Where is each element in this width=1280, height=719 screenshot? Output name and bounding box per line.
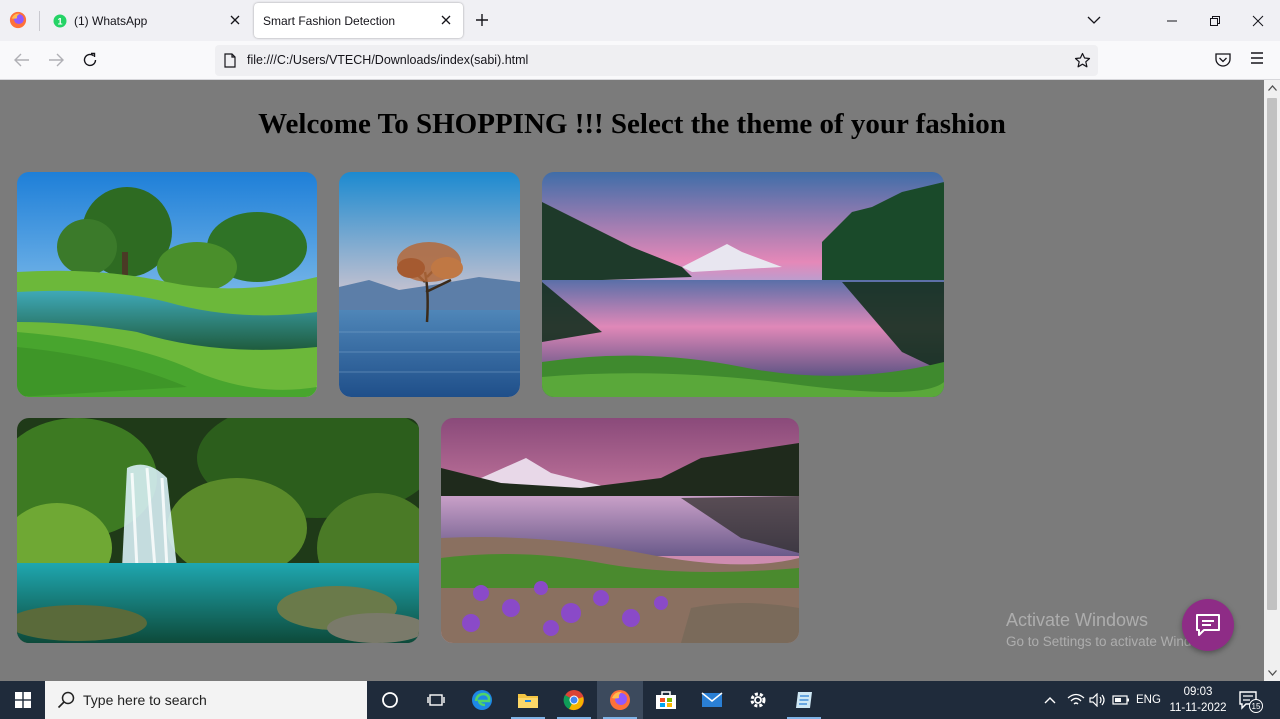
show-hidden-icons-chevron-icon[interactable] [1043,681,1057,719]
battery-icon[interactable] [1112,681,1130,719]
clock-time: 09:03 [1183,686,1213,698]
mail-icon[interactable] [689,681,735,719]
svg-text:1: 1 [57,16,62,26]
close-tab-icon[interactable] [437,11,455,29]
chat-icon [1196,614,1220,636]
microsoft-edge-icon[interactable] [459,681,505,719]
tab-separator [39,11,40,31]
tab-title: Smart Fashion Detection [263,13,396,28]
search-icon [57,691,75,709]
url-text[interactable]: file:///C:/Users/VTECH/Downloads/index(s… [247,53,528,67]
firefox-taskbar-icon[interactable] [597,681,643,719]
page-content: Welcome To SHOPPING !!! Select the theme… [0,80,1264,681]
restore-icon[interactable] [1193,0,1237,41]
minimize-icon[interactable] [1150,0,1194,41]
theme-image-pink-sunset-lake[interactable] [542,172,944,397]
file-explorer-icon[interactable] [505,681,551,719]
close-window-icon[interactable] [1236,0,1280,41]
reload-icon[interactable] [81,51,99,69]
task-view-icon[interactable] [367,681,413,719]
notepad-app-icon[interactable] [781,681,827,719]
theme-image-meadow-river[interactable] [17,172,317,397]
theme-image-purple-flowers-lake[interactable] [441,418,799,643]
wifi-icon[interactable] [1067,681,1085,719]
chevron-down-icon[interactable] [1085,11,1103,29]
scroll-up-arrow-icon[interactable] [1264,80,1280,96]
search-placeholder: Type here to search [83,692,207,708]
navigation-bar: file:///C:/Users/VTECH/Downloads/index(s… [0,41,1280,80]
theme-image-forest-waterfall[interactable] [17,418,419,643]
notification-center-icon[interactable]: 15 [1238,689,1264,713]
taskbar-search-box[interactable]: Type here to search [45,681,367,719]
windows-start-icon[interactable] [0,681,45,719]
firefox-icon[interactable] [8,10,28,30]
language-indicator[interactable]: ENG [1136,681,1161,719]
pocket-icon[interactable] [1214,51,1232,69]
back-arrow-icon[interactable] [13,51,31,69]
hamburger-menu-icon[interactable] [1249,51,1267,69]
theme-image-lone-tree-lake[interactable] [339,172,520,397]
tab-title: (1) WhatsApp [74,13,148,28]
windows-taskbar: Type here to search ENG 09:03 11-11-2022… [0,681,1280,719]
scroll-down-arrow-icon[interactable] [1264,665,1280,681]
timeline-icon[interactable] [413,681,459,719]
tab-strip: 1 (1) WhatsApp Smart Fashion Detection [0,0,1280,41]
close-tab-icon[interactable] [226,11,244,29]
tab-whatsapp[interactable]: 1 (1) WhatsApp [42,3,252,38]
google-chrome-icon[interactable] [551,681,597,719]
url-bar[interactable]: file:///C:/Users/VTECH/Downloads/index(s… [215,45,1098,76]
vertical-scrollbar[interactable] [1264,80,1280,681]
notification-count: 15 [1252,702,1261,711]
forward-arrow-icon[interactable] [47,51,65,69]
bookmark-star-icon[interactable] [1074,52,1091,69]
new-tab-plus-icon[interactable] [473,11,491,29]
page-title: Welcome To SHOPPING !!! Select the theme… [258,108,1006,140]
taskbar-clock[interactable]: 09:03 11-11-2022 [1166,684,1230,716]
tab-smart-fashion-detection[interactable]: Smart Fashion Detection [254,3,463,38]
page-icon [223,53,237,68]
settings-gear-icon[interactable] [735,681,781,719]
chat-bubble-button[interactable] [1182,599,1234,651]
clock-date: 11-11-2022 [1169,702,1227,714]
microsoft-store-icon[interactable] [643,681,689,719]
whatsapp-icon: 1 [53,14,67,28]
volume-icon[interactable] [1089,681,1107,719]
scrollbar-thumb[interactable] [1267,98,1277,610]
